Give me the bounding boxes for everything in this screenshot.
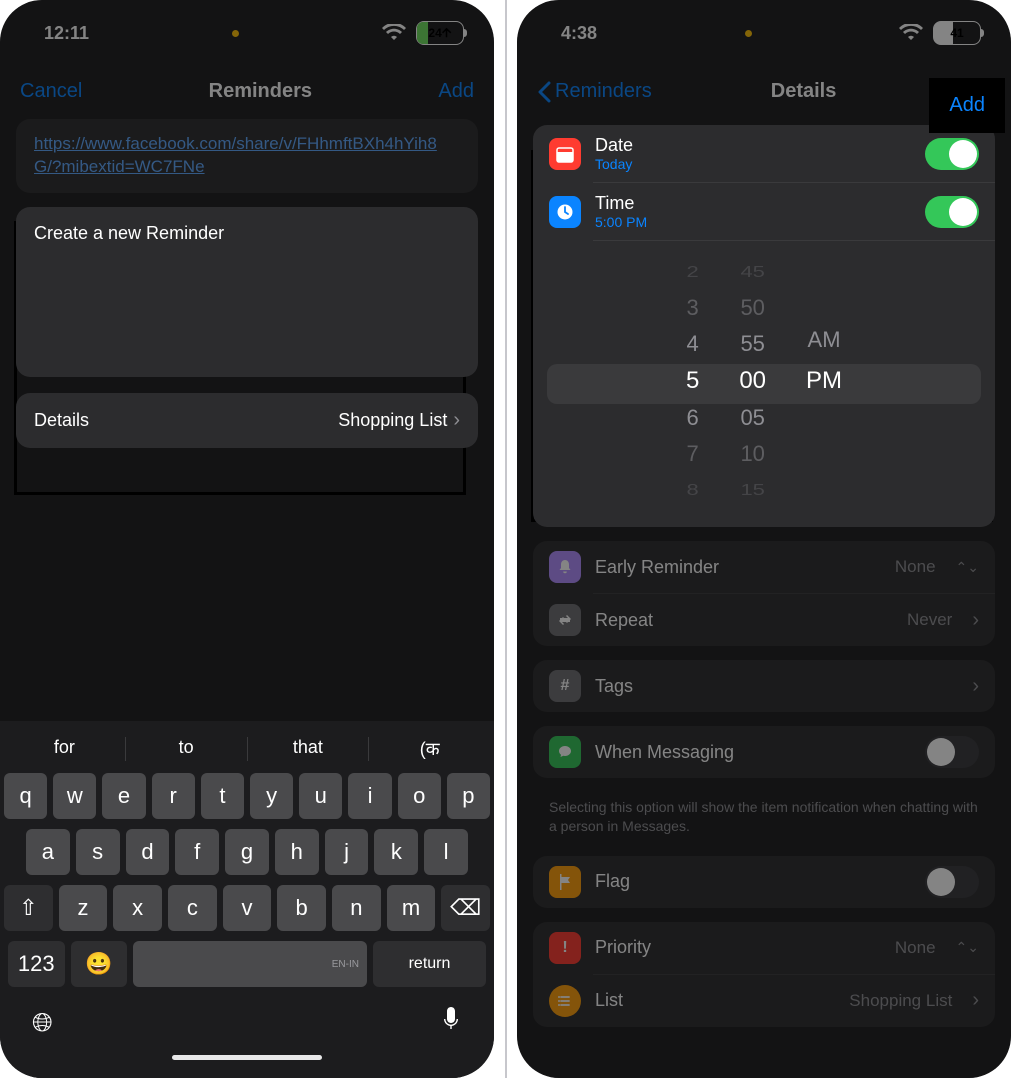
phone-left: 12:11 24𐌣 Cancel Reminders Add https://w… xyxy=(0,0,494,1078)
emoji-key[interactable]: 😀 xyxy=(71,941,128,987)
chevron-left-icon xyxy=(537,81,551,103)
date-row[interactable]: Date Today xyxy=(533,125,995,182)
time-label: Time xyxy=(595,193,911,214)
messages-icon xyxy=(549,736,581,768)
time-value: 5:00 PM xyxy=(595,214,911,230)
status-time: 4:38 xyxy=(561,23,597,44)
cancel-button[interactable]: Cancel xyxy=(20,80,82,103)
chevron-right-icon: › xyxy=(453,409,460,432)
backspace-key[interactable]: ⌫ xyxy=(441,885,490,931)
tags-label: Tags xyxy=(595,676,952,697)
date-value: Today xyxy=(595,156,911,172)
key-row-1[interactable]: qwertyuiop xyxy=(4,773,490,819)
bell-icon xyxy=(549,551,581,583)
early-reminder-value: None xyxy=(895,557,936,577)
time-picker[interactable]: 2 3 4 5 6 7 8 45 50 55 00 05 10 15 AM PM… xyxy=(533,241,995,527)
repeat-label: Repeat xyxy=(595,610,893,631)
numbers-key[interactable]: 123 xyxy=(8,941,65,987)
space-key[interactable]: EN-IN xyxy=(133,941,367,987)
add-button[interactable]: Add xyxy=(438,80,474,103)
updown-icon: ⌃⌄ xyxy=(956,939,979,956)
updown-icon: ⌃⌄ xyxy=(956,559,979,576)
priority-list-card: ! Priority None ⌃⌄ List Shopping List › xyxy=(533,922,995,1027)
back-button[interactable]: Reminders xyxy=(537,80,652,103)
repeat-icon xyxy=(549,604,581,636)
status-bar: 4:38 41 xyxy=(517,0,1011,58)
flag-toggle[interactable] xyxy=(925,866,979,898)
priority-label: Priority xyxy=(595,937,881,958)
picker-hours[interactable]: 2 3 4 5 6 7 8 xyxy=(686,259,699,503)
link-card: https://www.facebook.com/share/v/FHhmftB… xyxy=(16,119,478,193)
picker-ampm[interactable]: AM PM XM xyxy=(806,259,842,503)
flag-card: Flag xyxy=(533,856,995,908)
messaging-help-text: Selecting this option will show the item… xyxy=(517,792,1011,856)
reminder-options-card: Early Reminder None ⌃⌄ Repeat Never › xyxy=(533,541,995,646)
tags-row[interactable]: # Tags › xyxy=(533,660,995,712)
status-time: 12:11 xyxy=(44,23,89,44)
flag-row[interactable]: Flag xyxy=(533,856,995,908)
repeat-value: Never xyxy=(907,610,952,630)
time-toggle[interactable] xyxy=(925,196,979,228)
nav-title: Details xyxy=(771,80,837,103)
status-bar: 12:11 24𐌣 xyxy=(0,0,494,58)
home-indicator[interactable] xyxy=(172,1055,322,1060)
battery-icon: 24𐌣 xyxy=(416,21,464,45)
wifi-icon xyxy=(382,24,406,42)
list-label: List xyxy=(595,990,835,1011)
key-row-2[interactable]: asdfghjkl xyxy=(4,829,490,875)
repeat-row[interactable]: Repeat Never › xyxy=(533,594,995,646)
messaging-card: When Messaging xyxy=(533,726,995,778)
add-button[interactable]: Add xyxy=(929,78,1005,133)
priority-value: None xyxy=(895,938,936,958)
return-key[interactable]: return xyxy=(373,941,486,987)
list-value: Shopping List xyxy=(849,991,952,1011)
messaging-row[interactable]: When Messaging xyxy=(533,726,995,778)
reminder-text-input[interactable]: Create a new Reminder xyxy=(16,207,478,377)
phone-right: 4:38 41 Reminders Details Add Date Toda xyxy=(517,0,1011,1078)
early-reminder-label: Early Reminder xyxy=(595,557,881,578)
date-toggle[interactable] xyxy=(925,138,979,170)
shift-key[interactable]: ⇧ xyxy=(4,885,53,931)
recording-dot xyxy=(232,30,239,37)
clock-icon xyxy=(549,196,581,228)
nav-bar: Cancel Reminders Add xyxy=(0,58,494,119)
list-icon xyxy=(549,985,581,1017)
battery-icon: 41 xyxy=(933,21,981,45)
chevron-right-icon: › xyxy=(972,609,979,632)
tags-card: # Tags › xyxy=(533,660,995,712)
flag-icon xyxy=(549,866,581,898)
list-row[interactable]: List Shopping List › xyxy=(533,975,995,1027)
keyboard[interactable]: for to that (क qwertyuiop asdfghjkl ⇧ zx… xyxy=(0,721,494,1078)
messaging-toggle[interactable] xyxy=(925,736,979,768)
time-row[interactable]: Time 5:00 PM xyxy=(533,183,995,240)
priority-row[interactable]: ! Priority None ⌃⌄ xyxy=(533,922,995,974)
keyboard-suggestions[interactable]: for to that (क xyxy=(4,729,490,773)
chevron-right-icon: › xyxy=(972,675,979,698)
mic-icon[interactable] xyxy=(440,1007,462,1039)
globe-icon[interactable]: 🌐︎ xyxy=(32,1007,53,1039)
messaging-label: When Messaging xyxy=(595,742,911,763)
early-reminder-row[interactable]: Early Reminder None ⌃⌄ xyxy=(533,541,995,593)
details-value: Shopping List xyxy=(338,410,447,431)
picker-minutes[interactable]: 45 50 55 00 05 10 15 xyxy=(739,259,766,503)
recording-dot xyxy=(745,30,752,37)
flag-label: Flag xyxy=(595,871,911,892)
datetime-card: Date Today Time 5:00 PM 2 3 4 5 6 xyxy=(533,125,995,527)
calendar-icon xyxy=(549,138,581,170)
date-label: Date xyxy=(595,135,911,156)
chevron-right-icon: › xyxy=(972,989,979,1012)
key-row-3[interactable]: ⇧ zxcvbnm ⌫ xyxy=(4,885,490,931)
shared-link[interactable]: https://www.facebook.com/share/v/FHhmftB… xyxy=(16,119,478,193)
priority-icon: ! xyxy=(549,932,581,964)
details-row[interactable]: Details Shopping List › xyxy=(16,393,478,448)
nav-title: Reminders xyxy=(209,80,312,103)
hash-icon: # xyxy=(549,670,581,702)
details-label: Details xyxy=(34,410,89,431)
wifi-icon xyxy=(899,24,923,42)
